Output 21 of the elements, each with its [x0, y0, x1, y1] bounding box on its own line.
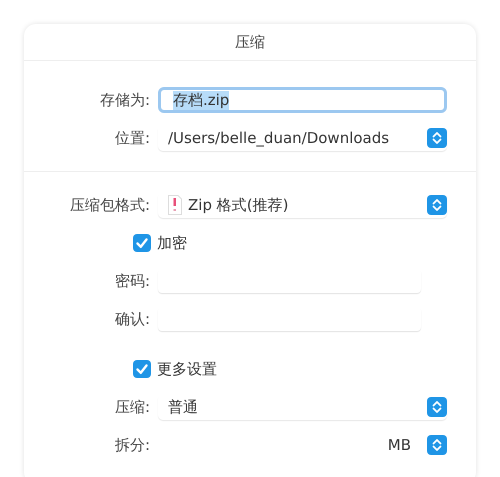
field-label: 压缩包格式:: [68, 196, 150, 214]
checkbox-label: 更多设置: [157, 360, 217, 378]
popup-button[interactable]: Zip 格式(推荐): [158, 192, 447, 218]
checkbox[interactable]: [133, 360, 151, 378]
checkbox[interactable]: [133, 234, 151, 252]
text-field[interactable]: 存档.zip: [158, 87, 447, 113]
stepper-icon[interactable]: [427, 195, 447, 215]
field-label: 确认:: [114, 310, 150, 328]
dialog-title: 压缩: [235, 32, 265, 52]
field-label: 存储为:: [98, 90, 150, 110]
unit-label: MB: [388, 436, 411, 454]
checkbox-label: 加密: [157, 234, 187, 252]
popup-button[interactable]: 普通: [158, 394, 447, 420]
stepper-icon[interactable]: [427, 397, 447, 417]
stepper-icon[interactable]: [427, 435, 447, 455]
field-label: 拆分:: [114, 436, 150, 454]
stepper-icon[interactable]: [427, 128, 447, 148]
popup-button[interactable]: /Users/belle_duan/Downloads: [158, 125, 447, 151]
field-label: 位置:: [114, 128, 150, 148]
field-label: 密码:: [114, 272, 150, 290]
field-label: 压缩:: [114, 398, 150, 416]
